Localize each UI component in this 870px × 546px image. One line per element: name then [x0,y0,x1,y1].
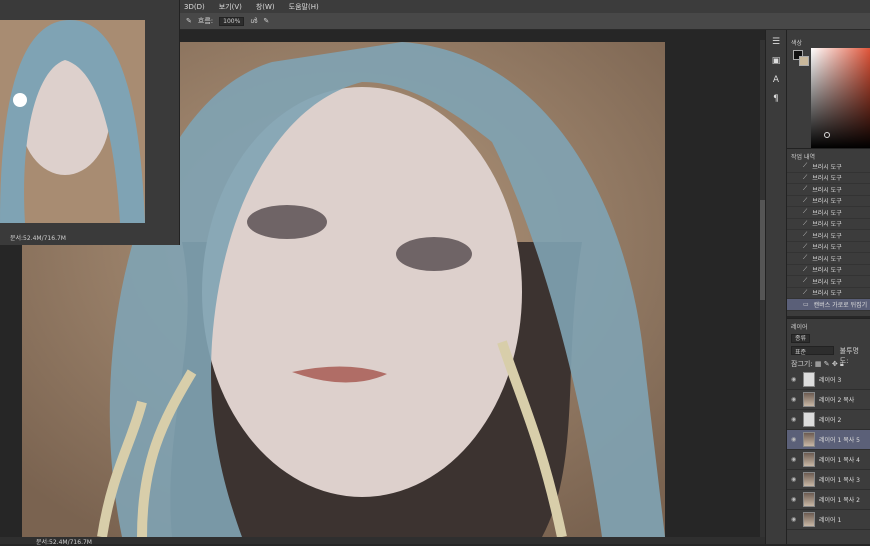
history-item[interactable]: ⟋ 브러시 도구 [787,230,870,242]
history-title: 작업 내역 [791,154,815,161]
color-picker-field[interactable] [811,48,870,148]
layer-row[interactable]: ◉ 레이어 1 복사 5 [787,430,870,450]
history-panel-icon[interactable]: ☰ [770,37,782,49]
history-item[interactable]: ⟋ 브러시 도구 [787,242,870,253]
layer-row[interactable]: ◉ 레이어 3 [787,370,870,390]
navigator-panel: 문서:52.4M/716.7M [0,0,180,245]
layer-name: 레이어 2 복사 [819,397,855,404]
lock-icons[interactable]: ▦ ✎ ✥ 🔒︎ [815,360,844,368]
history-item[interactable]: ⟋ 브러시 도구 [787,196,870,207]
visibility-eye-icon[interactable]: ◉ [791,476,799,483]
color-tab[interactable]: 색상 [791,38,802,47]
panel-dock-icons: ☰ ▣ A ¶ [765,30,787,544]
visibility-eye-icon[interactable]: ◉ [791,496,799,503]
layer-thumbnail [803,432,815,447]
menu-window[interactable]: 창(W) [256,2,275,12]
history-item-flip-canvas[interactable]: ▭ 캔버스 가로로 뒤집기 [787,299,870,311]
opacity-label: 불투명도: [839,347,859,365]
layer-name: 레이어 1 [819,517,842,524]
brush-icon: ⟋ [803,265,808,273]
layer-row[interactable]: ◉ 레이어 1 [787,510,870,530]
layer-row[interactable]: ◉ 레이어 1 복사 3 [787,470,870,490]
visibility-eye-icon[interactable]: ◉ [791,516,799,523]
lock-label: 잠그기: [791,360,813,368]
status-bar: 문서:52.4M/716.7M [0,537,870,546]
menu-help[interactable]: 도움말(H) [289,2,319,12]
visibility-eye-icon[interactable]: ◉ [791,436,799,443]
history-panel: 작업 내역 ⟋ 브러시 도구 ⟋ 브러시 도구 ⟋ 브러시 도구 ⟋ 브러시 도구 ⟋ 브러시 도… [787,148,870,316]
brush-icon: ⟋ [803,242,808,250]
background-color-swatch[interactable] [799,56,809,66]
canvas-icon: ▭ [803,300,809,308]
layer-name: 레이어 1 복사 5 [819,437,860,444]
layer-row[interactable]: ◉ 레이어 1 복사 4 [787,450,870,470]
layer-thumbnail [803,452,815,467]
character-icon[interactable]: A [770,75,782,87]
visibility-eye-icon[interactable]: ◉ [791,376,799,383]
flow-input[interactable]: 100% [219,16,245,26]
brush-icon: ⟋ [803,219,808,227]
brush-icon: ⟋ [803,173,808,181]
layers-panel: 레이어 종류 표준 불투명도: 잠그기: ▦ ✎ ✥ 🔒︎ ◉ 레이어 3 ◉ 레이어 … [787,318,870,544]
layer-name: 레이어 3 [819,377,842,384]
options-bar: ✎ 흐름: 100% ൾ ✎ [180,13,870,30]
swatches-icon[interactable]: ▣ [770,56,782,68]
flow-label: 흐름: [197,17,214,25]
brush-icon: ⟋ [803,162,808,170]
history-item[interactable]: ⟋ 브러시 도구 [787,265,870,276]
layer-kind-filter[interactable]: 종류 [791,334,811,343]
layer-thumbnail [803,492,815,507]
history-item[interactable]: ⟋ 브러시 도구 [787,288,870,299]
visibility-eye-icon[interactable]: ◉ [791,396,799,403]
brush-icon: ⟋ [803,254,808,262]
layer-name: 레이어 1 복사 2 [819,497,860,504]
visibility-eye-icon[interactable]: ◉ [791,456,799,463]
airbrush-icon[interactable]: ൾ [250,17,257,26]
layers-title: 레이어 [791,324,808,331]
layer-thumbnail [803,412,815,427]
layer-thumbnail [803,372,815,387]
menu-view[interactable]: 보기(V) [219,2,242,12]
layer-name: 레이어 1 복사 4 [819,457,860,464]
menu-bar: 3D(D) 보기(V) 창(W) 도움말(H) [180,0,870,13]
blend-mode-select[interactable]: 표준 [791,346,834,356]
brush-icon: ⟋ [803,231,808,239]
brush-icon: ⟋ [803,277,808,285]
brush-icon: ⟋ [803,288,808,296]
layer-thumbnail [803,472,815,487]
navigator-doc-size: 문서:52.4M/716.7M [10,235,66,242]
history-item[interactable]: ⟋ 브러시 도구 [787,253,870,265]
brush-icon: ⟋ [803,208,808,216]
layer-name: 레이어 2 [819,417,842,424]
history-item[interactable]: ⟋ 브러시 도구 [787,207,870,219]
history-item[interactable]: ⟋ 브러시 도구 [787,184,870,196]
navigator-preview[interactable] [0,20,145,223]
pressure-icon[interactable]: ✎ [263,17,269,25]
layer-row[interactable]: ◉ 레이어 2 [787,410,870,430]
color-panel: 색상 [787,30,870,148]
color-picker-cursor[interactable] [824,132,830,138]
menu-3d[interactable]: 3D(D) [184,3,205,11]
brush-preset-icon[interactable]: ✎ [186,17,192,25]
layer-row[interactable]: ◉ 레이어 2 복사 [787,390,870,410]
visibility-eye-icon[interactable]: ◉ [791,416,799,423]
layer-thumbnail [803,512,815,527]
brush-icon: ⟋ [803,185,808,193]
history-item[interactable]: ⟋ 브러시 도구 [787,276,870,288]
paragraph-icon[interactable]: ¶ [770,94,782,106]
layer-name: 레이어 1 복사 3 [819,477,860,484]
history-item[interactable]: ⟋ 브러시 도구 [787,173,870,184]
history-item[interactable]: ⟋ 브러시 도구 [787,161,870,173]
brush-icon: ⟋ [803,196,808,204]
layer-row[interactable]: ◉ 레이어 1 복사 2 [787,490,870,510]
history-item[interactable]: ⟋ 브러시 도구 [787,219,870,230]
doc-size: 문서:52.4M/716.7M [36,539,92,546]
layer-thumbnail [803,392,815,407]
